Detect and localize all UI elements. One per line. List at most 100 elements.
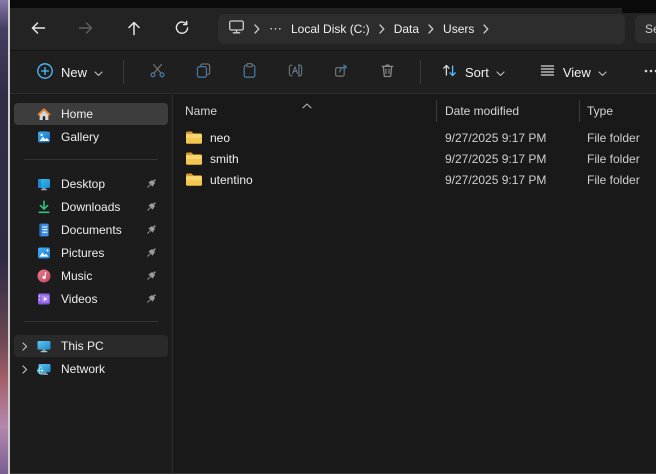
rename-icon (287, 62, 304, 82)
sidebar-item-videos[interactable]: Videos (14, 288, 168, 310)
file-name: utentino (210, 173, 253, 187)
forward-arrow-icon (77, 19, 95, 40)
chevron-down-icon (598, 65, 607, 80)
search-input[interactable]: Sea (635, 15, 656, 43)
share-icon (333, 62, 350, 82)
sidebar-item-gallery[interactable]: Gallery (14, 126, 168, 148)
sort-button-label: Sort (465, 65, 489, 80)
sidebar: Home Gallery Desktop (10, 95, 173, 473)
chevron-down-icon (94, 65, 103, 80)
toolbar-separator (420, 60, 421, 84)
file-row[interactable]: smith 9/27/2025 9:17 PM File folder (173, 148, 656, 169)
breadcrumb-item-data[interactable]: Data (394, 22, 419, 36)
breadcrumb-chevron-icon (428, 24, 434, 34)
toolbar-separator (123, 60, 124, 84)
view-button[interactable]: View (529, 56, 617, 88)
column-header-type[interactable]: Type (580, 100, 656, 122)
cut-button[interactable] (137, 55, 177, 89)
sidebar-separator (24, 321, 158, 322)
window-body: Home Gallery Desktop (10, 95, 656, 473)
back-button[interactable] (18, 13, 58, 45)
sidebar-item-label: Downloads (61, 200, 144, 214)
paste-button[interactable] (229, 55, 269, 89)
more-options-button[interactable] (631, 55, 656, 89)
folder-icon (185, 151, 203, 166)
pin-icon[interactable] (144, 200, 158, 214)
desktop-wallpaper-strip (0, 0, 8, 474)
sidebar-item-label: Videos (61, 292, 144, 306)
file-name: neo (210, 131, 230, 145)
sidebar-item-network[interactable]: Network (14, 358, 168, 380)
forward-button[interactable] (66, 13, 106, 45)
sidebar-item-label: Music (61, 269, 144, 283)
pictures-icon (36, 245, 52, 261)
file-name: smith (210, 152, 239, 166)
pin-icon[interactable] (144, 223, 158, 237)
videos-icon (36, 291, 52, 307)
tree-expand-chevron-icon[interactable] (22, 365, 36, 374)
new-plus-icon (36, 62, 54, 83)
paste-icon (241, 62, 258, 82)
gallery-icon (36, 129, 52, 145)
sort-button[interactable]: Sort (431, 56, 515, 88)
breadcrumb-ellipsis[interactable]: ⋯ (269, 21, 283, 37)
breadcrumb-item-local-disk[interactable]: Local Disk (C:) (291, 22, 370, 36)
command-toolbar: New (10, 50, 656, 94)
file-name-cell: smith (173, 148, 437, 169)
folder-icon (185, 130, 203, 145)
sidebar-item-downloads[interactable]: Downloads (14, 196, 168, 218)
file-date-cell: 9/27/2025 9:17 PM (437, 169, 580, 190)
pin-icon[interactable] (144, 269, 158, 283)
file-row[interactable]: neo 9/27/2025 9:17 PM File folder (173, 127, 656, 148)
column-header-date-modified[interactable]: Date modified (437, 100, 580, 122)
file-name-cell: neo (173, 127, 437, 148)
home-icon (36, 106, 52, 122)
file-list-panel: Name Date modified Type neo 9/27/2025 9:… (173, 95, 656, 473)
copy-icon (195, 62, 212, 82)
tree-expand-chevron-icon[interactable] (22, 342, 36, 351)
downloads-icon (36, 199, 52, 215)
file-type-cell: File folder (580, 148, 656, 169)
up-button[interactable] (114, 13, 154, 45)
breadcrumb-item-users[interactable]: Users (443, 22, 474, 36)
view-button-label: View (563, 65, 591, 80)
breadcrumb-chevron-icon (254, 24, 260, 34)
sidebar-item-label: Documents (61, 223, 144, 237)
window-top-strip (10, 0, 656, 8)
rename-button[interactable] (275, 55, 315, 89)
sidebar-item-home[interactable]: Home (14, 103, 168, 125)
pin-icon[interactable] (144, 177, 158, 191)
pin-icon[interactable] (144, 292, 158, 306)
pin-icon[interactable] (144, 246, 158, 260)
refresh-button[interactable] (162, 13, 202, 45)
sidebar-item-music[interactable]: Music (14, 265, 168, 287)
address-bar[interactable]: ⋯ Local Disk (C:) Data Users (218, 14, 625, 44)
more-ellipsis-icon (643, 63, 656, 82)
sidebar-item-pictures[interactable]: Pictures (14, 242, 168, 264)
this-pc-monitor-icon (228, 19, 245, 40)
file-name-cell: utentino (173, 169, 437, 190)
copy-button[interactable] (183, 55, 223, 89)
search-text: Sea (645, 22, 656, 36)
file-row[interactable]: utentino 9/27/2025 9:17 PM File folder (173, 169, 656, 190)
column-headers: Name Date modified Type (173, 100, 656, 122)
music-icon (36, 268, 52, 284)
sidebar-item-this-pc[interactable]: This PC (14, 335, 168, 357)
refresh-icon (173, 19, 191, 40)
breadcrumb-chevron-icon (379, 24, 385, 34)
delete-icon (379, 62, 396, 82)
file-explorer-window: ⋯ Local Disk (C:) Data Users Sea (0, 0, 656, 474)
this-pc-icon (36, 338, 52, 354)
share-button[interactable] (321, 55, 361, 89)
sidebar-item-label: Gallery (61, 130, 168, 144)
sidebar-item-desktop[interactable]: Desktop (14, 173, 168, 195)
sort-ascending-caret-icon (302, 96, 312, 114)
desktop-icon (36, 176, 52, 192)
sidebar-item-label: This PC (61, 339, 168, 353)
chevron-down-icon (496, 65, 505, 80)
sidebar-item-documents[interactable]: Documents (14, 219, 168, 241)
new-button[interactable]: New (26, 56, 113, 89)
delete-button[interactable] (367, 55, 407, 89)
file-date-cell: 9/27/2025 9:17 PM (437, 148, 580, 169)
file-type-cell: File folder (580, 127, 656, 148)
